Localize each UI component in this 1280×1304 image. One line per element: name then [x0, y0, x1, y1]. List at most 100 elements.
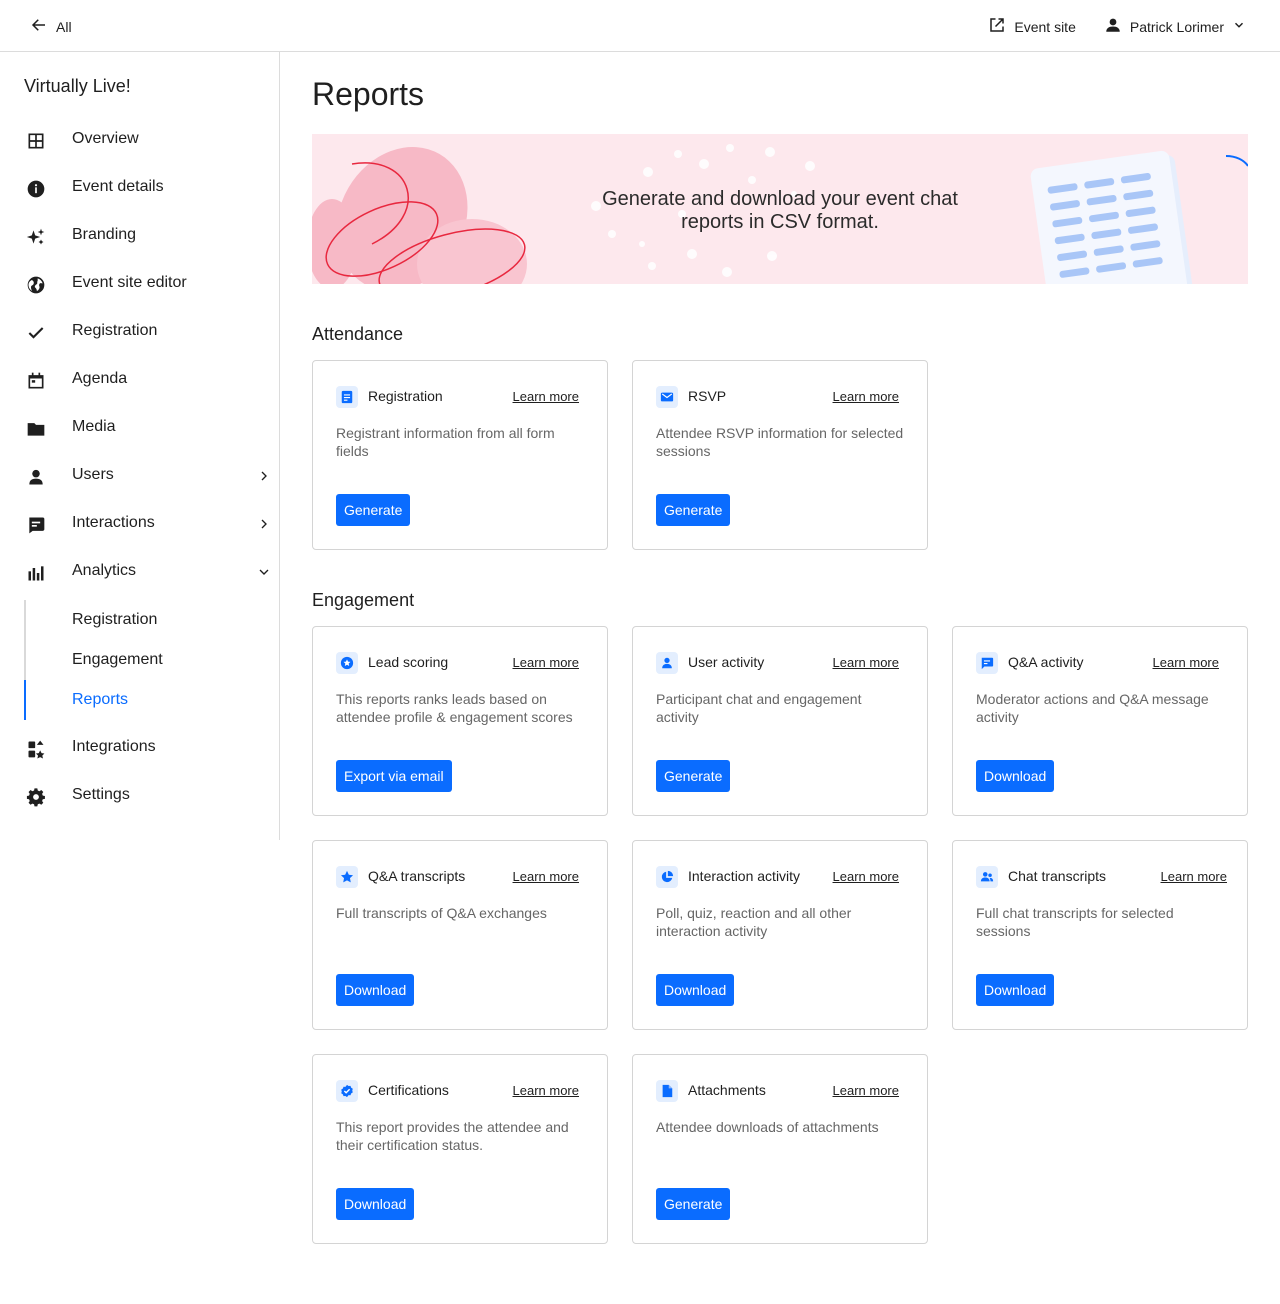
- report-card-user-activity: User activity Learn more Participant cha…: [632, 626, 928, 816]
- card-description: This reports ranks leads based on attend…: [336, 691, 573, 725]
- check-icon: [25, 322, 47, 344]
- sidebar-item-overview[interactable]: Overview: [0, 120, 279, 160]
- sidebar-item-settings[interactable]: Settings: [0, 776, 279, 816]
- sidebar-item-agenda[interactable]: Agenda: [0, 360, 279, 400]
- learn-more-link[interactable]: Learn more: [513, 869, 579, 884]
- sidebar-item-interactions[interactable]: Interactions: [0, 504, 279, 544]
- sidebar-subitem-registration[interactable]: Registration: [72, 611, 157, 629]
- banner-text: Generate and download your event chat re…: [602, 188, 958, 233]
- sidebar-item-users[interactable]: Users: [0, 456, 279, 496]
- generate-button[interactable]: Generate: [656, 494, 731, 526]
- sidebar-item-analytics[interactable]: Analytics: [0, 552, 279, 592]
- user-menu[interactable]: Patrick Lorimer: [1104, 16, 1246, 37]
- sidebar-item-label: Media: [72, 418, 116, 435]
- card-description: Full chat transcripts for selected sessi…: [976, 905, 1174, 939]
- info-icon: [25, 178, 47, 200]
- card-title: User activity: [688, 654, 765, 670]
- external-link-icon: [988, 16, 1006, 37]
- sidebar-item-branding[interactable]: Branding: [0, 216, 279, 256]
- grid-icon: [25, 130, 47, 152]
- learn-more-link[interactable]: Learn more: [833, 869, 899, 884]
- generate-button[interactable]: Generate: [656, 760, 731, 792]
- report-card-lead-scoring: Lead scoring Learn more This reports ran…: [312, 626, 608, 816]
- sidebar-subitem-reports[interactable]: Reports: [72, 691, 128, 709]
- file-icon: [656, 1080, 678, 1102]
- sidebar-subitem-engagement[interactable]: Engagement: [72, 651, 163, 669]
- person-icon: [25, 466, 47, 488]
- chevron-right-icon: [256, 516, 272, 532]
- chevron-down-icon: [1232, 18, 1246, 35]
- mail-icon: [656, 386, 678, 408]
- people-icon: [976, 866, 998, 888]
- user-icon: [1104, 16, 1122, 37]
- pie-icon: [656, 866, 678, 888]
- report-card-rsvp: RSVP Learn more Attendee RSVP informatio…: [632, 360, 928, 550]
- card-description: Full transcripts of Q&A exchanges: [336, 905, 547, 921]
- learn-more-link[interactable]: Learn more: [833, 655, 899, 670]
- sidebar-item-registration[interactable]: Registration: [0, 312, 279, 352]
- card-title: Chat transcripts: [1008, 868, 1107, 884]
- apps-icon: [25, 738, 47, 760]
- learn-more-link[interactable]: Learn more: [513, 389, 579, 404]
- card-title: Registration: [368, 388, 443, 404]
- sidebar-item-label: Interactions: [72, 514, 155, 531]
- card-title: RSVP: [688, 388, 727, 404]
- download-button[interactable]: Download: [976, 760, 1055, 792]
- folder-icon: [25, 418, 47, 440]
- card-description: Participant chat and engagement activity: [656, 691, 862, 725]
- star-circle-icon: [336, 652, 358, 674]
- banner-illustration-left: [312, 147, 527, 284]
- card-description: This report provides the attendee and th…: [336, 1119, 569, 1153]
- download-button[interactable]: Download: [976, 974, 1055, 1006]
- report-card-attachments: Attachments Learn more Attendee download…: [632, 1054, 928, 1244]
- chat-icon: [25, 514, 47, 536]
- event-site-link[interactable]: Event site: [988, 16, 1076, 37]
- report-card-registration: Registration Learn more Registrant infor…: [312, 360, 608, 550]
- sparkle-icon: [25, 226, 47, 248]
- back-label: All: [56, 18, 72, 35]
- card-title: Attachments: [688, 1082, 766, 1098]
- generate-button[interactable]: Generate: [336, 494, 411, 526]
- gear-icon: [25, 786, 47, 808]
- card-title: Interaction activity: [688, 868, 801, 884]
- event-name: Virtually Live!: [24, 76, 131, 96]
- generate-button[interactable]: Generate: [656, 1188, 731, 1220]
- sidebar-item-integrations[interactable]: Integrations: [0, 728, 279, 768]
- learn-more-link[interactable]: Learn more: [513, 655, 579, 670]
- card-description: Registrant information from all form fie…: [336, 425, 555, 459]
- section-title-engagement: Engagement: [312, 590, 415, 610]
- sidebar-item-label: Settings: [72, 786, 130, 803]
- sidebar-item-label: Agenda: [72, 370, 128, 387]
- download-button[interactable]: Download: [336, 974, 415, 1006]
- person-icon: [656, 652, 678, 674]
- download-button[interactable]: Download: [656, 974, 735, 1006]
- user-name: Patrick Lorimer: [1129, 18, 1224, 35]
- learn-more-link[interactable]: Learn more: [1153, 655, 1219, 670]
- report-card-qa-transcripts: Q&A transcripts Learn more Full transcri…: [312, 840, 608, 1030]
- card-title: Lead scoring: [368, 654, 449, 670]
- sidebar-item-event-details[interactable]: Event details: [0, 168, 279, 208]
- chat-icon: [976, 652, 998, 674]
- back-to-all-link[interactable]: All: [30, 16, 72, 37]
- star-icon: [336, 866, 358, 888]
- sidebar-item-label: Event site editor: [72, 274, 187, 291]
- card-description: Poll, quiz, reaction and all other inter…: [656, 905, 852, 939]
- sidebar-item-media[interactable]: Media: [0, 408, 279, 448]
- learn-more-link[interactable]: Learn more: [833, 1083, 899, 1098]
- sidebar-item-label: Analytics: [72, 562, 137, 579]
- sidebar-item-event-site-editor[interactable]: Event site editor: [0, 264, 279, 304]
- calendar-icon: [25, 370, 47, 392]
- download-button[interactable]: Download: [336, 1188, 415, 1220]
- badge-check-icon: [336, 1080, 358, 1102]
- learn-more-link[interactable]: Learn more: [513, 1083, 579, 1098]
- form-icon: [336, 386, 358, 408]
- card-title: Q&A transcripts: [368, 868, 466, 884]
- sidebar-item-label: Overview: [72, 130, 139, 147]
- learn-more-link[interactable]: Learn more: [833, 389, 899, 404]
- card-description: Attendee RSVP information for selected s…: [656, 425, 904, 459]
- sidebar: Virtually Live! Overview Event details B…: [0, 52, 280, 840]
- reports-banner: Generate and download your event chat re…: [312, 134, 1248, 284]
- spreadsheet-illustration: [1030, 150, 1248, 284]
- export-via-email-button[interactable]: Export via email: [336, 760, 452, 792]
- learn-more-link[interactable]: Learn more: [1161, 869, 1227, 884]
